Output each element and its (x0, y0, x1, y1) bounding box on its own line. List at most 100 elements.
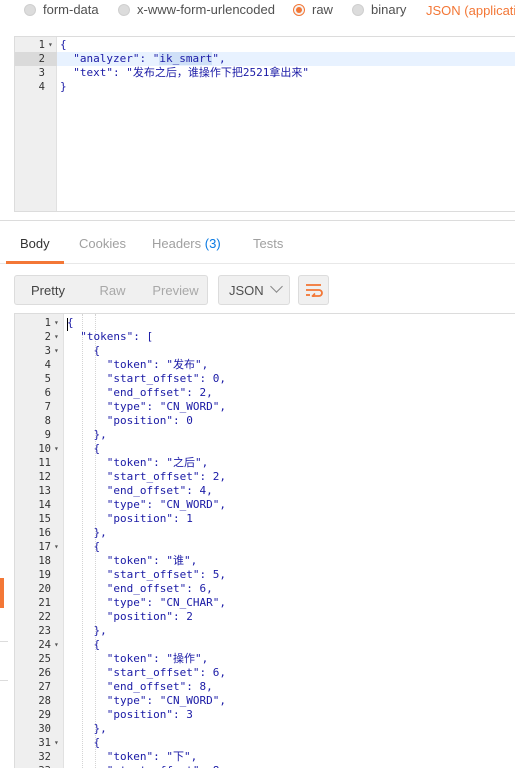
code-line: 8 "position": 0 (15, 414, 515, 428)
code-text: { (60, 38, 67, 51)
line-number: 31 (38, 737, 51, 749)
code-text: "token": "之后", (67, 456, 209, 469)
code-line: 25 "token": "操作", (15, 652, 515, 666)
line-number: 10 (38, 443, 51, 455)
sidebar-divider (0, 680, 8, 681)
pretty-button[interactable]: Pretty (15, 276, 81, 304)
line-number: 26 (38, 667, 51, 679)
line-number: 14 (38, 499, 51, 511)
code-text: "position": 1 (67, 512, 193, 525)
line-number: 19 (38, 569, 51, 581)
code-line: 32 "token": "下", (15, 750, 515, 764)
code-text: "end_offset": 2, (67, 386, 213, 399)
code-line: 33 "start_offset": 8, (15, 764, 515, 768)
line-number: 27 (38, 681, 51, 693)
request-body-editor[interactable]: 1 ▾{2 "analyzer": "ik_smart", 3 "text": "发… (14, 36, 515, 212)
code-line: 27 "end_offset": 8, (15, 680, 515, 694)
line-number: 2 (44, 331, 51, 343)
format-select[interactable]: JSON (218, 275, 290, 305)
tab-tests[interactable]: Tests (253, 236, 283, 251)
code-line: 1 ▾{ (15, 316, 515, 330)
code-line: 12 "start_offset": 2, (15, 470, 515, 484)
code-line: 6 "end_offset": 2, (15, 386, 515, 400)
raw-button[interactable]: Raw (81, 276, 144, 304)
code-text: "type": "CN_WORD", (67, 694, 226, 707)
code-line: 26 "start_offset": 6, (15, 666, 515, 680)
selected-text: ik_smart (159, 52, 213, 65)
code-text: }, (67, 722, 107, 735)
headers-count-badge: (3) (204, 236, 221, 251)
code-text: { (67, 638, 101, 651)
radio-dot-icon (24, 3, 36, 16)
radio-form-data[interactable]: form-data (24, 2, 99, 17)
fold-arrow-icon[interactable]: ▾ (54, 330, 59, 344)
line-number: 18 (38, 555, 51, 567)
code-text: "position": 2 (67, 610, 193, 623)
view-mode-toggle: Pretty Raw Preview (14, 275, 208, 305)
fold-arrow-icon[interactable]: ▾ (54, 316, 59, 330)
line-number: 8 (44, 415, 51, 427)
radio-raw[interactable]: raw (293, 2, 333, 17)
code-line: 21 "type": "CN_CHAR", (15, 596, 515, 610)
line-number: 21 (38, 597, 51, 609)
code-text: }, (67, 526, 107, 539)
code-line: 7 "type": "CN_WORD", (15, 400, 515, 414)
code-line: 22 "position": 2 (15, 610, 515, 624)
format-select-value: JSON (229, 282, 264, 298)
fold-arrow-icon[interactable]: ▾ (54, 442, 59, 456)
line-number: 4 (44, 359, 51, 371)
wrap-lines-button[interactable] (298, 275, 329, 305)
code-text: "token": "谁", (67, 554, 198, 567)
code-text: "end_offset": 4, (67, 484, 213, 497)
line-number: 4 (38, 81, 45, 93)
code-text: } (60, 80, 67, 93)
line-number: 3 (44, 345, 51, 357)
radio-label: binary (371, 2, 407, 17)
preview-button[interactable]: Preview (144, 276, 207, 304)
code-text: "analyzer": "ik_smart", (60, 52, 226, 65)
wrap-lines-icon (305, 284, 323, 297)
code-text: "start_offset": 0, (67, 372, 226, 385)
sidebar-divider (0, 641, 8, 642)
text-cursor (67, 318, 68, 331)
fold-arrow-icon[interactable]: ▾ (48, 38, 53, 52)
response-body-viewer[interactable]: 1 ▾{2 ▾ "tokens": [3 ▾ {4 "token": "发布", 5 "… (14, 313, 515, 768)
code-line: 3 "text": "发布之后，谁操作下把2521拿出来" (15, 66, 515, 80)
line-number: 6 (44, 387, 51, 399)
line-number: 15 (38, 513, 51, 525)
radio-label: raw (312, 2, 333, 17)
pane-divider[interactable] (0, 220, 515, 221)
line-number: 11 (38, 457, 51, 469)
fold-arrow-icon[interactable]: ▾ (54, 344, 59, 358)
code-line: 1 ▾{ (15, 38, 515, 52)
line-number: 25 (38, 653, 51, 665)
code-text: "start_offset": 2, (67, 470, 226, 483)
radio-x-www-form-urlencoded[interactable]: x-www-form-urlencoded (118, 2, 275, 17)
code-line: 20 "end_offset": 6, (15, 582, 515, 596)
code-text: "start_offset": 6, (67, 666, 226, 679)
tab-headers[interactable]: Headers (3) (152, 236, 221, 251)
content-type-dropdown[interactable]: JSON (applicatio (426, 3, 515, 18)
response-tabs: Body Cookies Headers (3) Tests (0, 236, 515, 264)
code-text: { (67, 442, 101, 455)
code-line: 30 }, (15, 722, 515, 736)
fold-arrow-icon[interactable]: ▾ (54, 638, 59, 652)
fold-arrow-icon[interactable]: ▾ (54, 736, 59, 750)
line-number: 28 (38, 695, 51, 707)
code-line: 23 }, (15, 624, 515, 638)
line-number: 16 (38, 527, 51, 539)
line-number: 32 (38, 751, 51, 763)
tab-body[interactable]: Body (20, 236, 50, 251)
code-text: "tokens": [ (67, 330, 154, 343)
code-line: 14 "type": "CN_WORD", (15, 498, 515, 512)
line-number: 22 (38, 611, 51, 623)
radio-binary[interactable]: binary (352, 2, 406, 17)
tab-cookies[interactable]: Cookies (79, 236, 126, 251)
chevron-down-icon (270, 280, 283, 293)
line-number: 20 (38, 583, 51, 595)
code-text: "type": "CN_WORD", (67, 400, 226, 413)
fold-arrow-icon[interactable]: ▾ (54, 540, 59, 554)
code-line: 9 }, (15, 428, 515, 442)
tab-headers-label: Headers (152, 236, 202, 251)
code-line: 10 ▾ { (15, 442, 515, 456)
